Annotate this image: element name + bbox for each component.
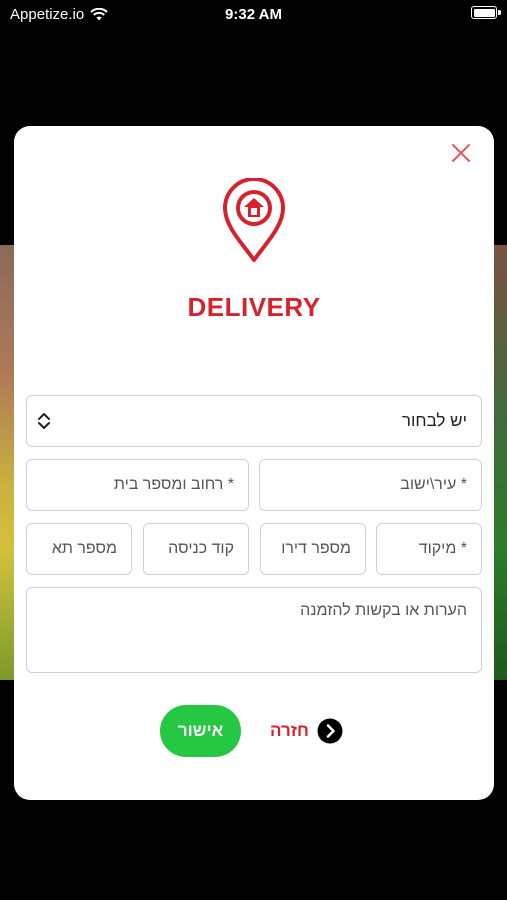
chevron-up-down-icon bbox=[38, 413, 50, 429]
apartment-placeholder: מספר דירו bbox=[281, 540, 351, 557]
location-home-pin-icon bbox=[223, 178, 285, 262]
zip-field[interactable]: * מיקוד bbox=[376, 523, 482, 575]
modal-title: DELIVERY bbox=[187, 292, 321, 322]
delivery-modal: DELIVERY יש לבחור * עיר\ישוב * רחוב ומספ… bbox=[14, 126, 494, 800]
zip-placeholder: * מיקוד bbox=[418, 540, 467, 557]
apartment-field[interactable]: מספר דירו bbox=[260, 523, 366, 575]
clock: 9:32 AM bbox=[225, 6, 282, 23]
battery-icon bbox=[471, 6, 501, 19]
mailbox-placeholder: מספר תא bbox=[51, 540, 117, 557]
back-label: חזרה bbox=[270, 721, 309, 740]
entry-code-field[interactable]: קוד כניסה bbox=[143, 523, 249, 575]
close-icon[interactable] bbox=[450, 142, 472, 164]
mailbox-field[interactable]: מספר תא bbox=[26, 523, 132, 575]
notes-field[interactable]: הערות או בקשות להזמנה bbox=[26, 587, 482, 673]
status-bar: Appetize.io 9:32 AM bbox=[0, 0, 507, 30]
option-select[interactable]: יש לבחור bbox=[26, 395, 482, 447]
city-placeholder: * עיר\ישוב bbox=[400, 476, 467, 493]
confirm-button[interactable]: אישור bbox=[160, 705, 241, 757]
street-field[interactable]: * רחוב ומספר בית bbox=[26, 459, 249, 511]
notes-placeholder: הערות או בקשות להזמנה bbox=[300, 602, 467, 619]
street-placeholder: * רחוב ומספר בית bbox=[113, 476, 234, 493]
battery-fill bbox=[473, 8, 495, 17]
chevron-right-circle-icon bbox=[317, 718, 343, 744]
back-button[interactable]: חזרה bbox=[270, 717, 343, 745]
city-field[interactable]: * עיר\ישוב bbox=[259, 459, 482, 511]
select-value: יש לבחור bbox=[401, 411, 467, 430]
entry-code-placeholder: קוד כניסה bbox=[168, 540, 234, 557]
